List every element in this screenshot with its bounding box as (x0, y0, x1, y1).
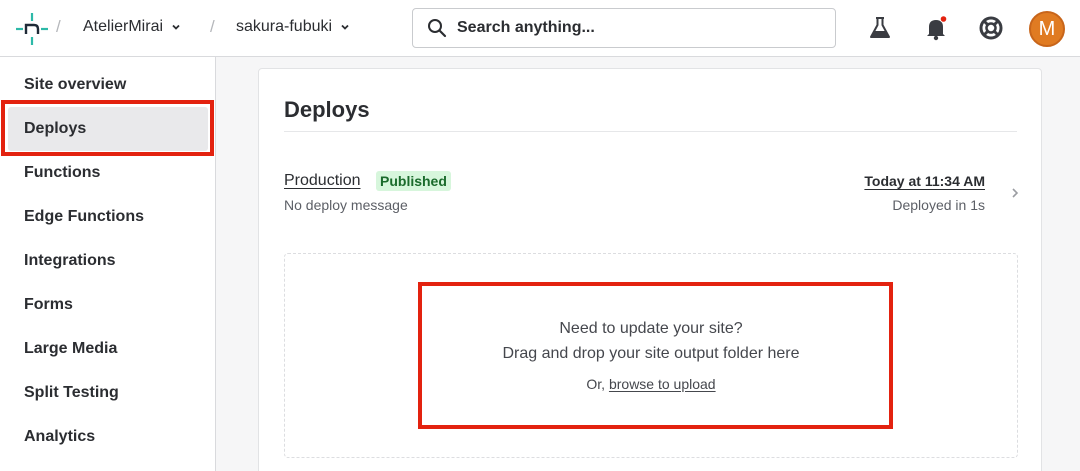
chevron-down-icon (341, 24, 349, 30)
chevron-down-icon (172, 24, 180, 30)
sidebar-item-site-overview[interactable]: Site overview (0, 63, 216, 107)
flask-icon[interactable] (867, 15, 893, 41)
sidebar-item-label: Edge Functions (24, 208, 144, 225)
sidebar-item-label: Functions (24, 164, 101, 181)
chevron-right-icon (1012, 188, 1019, 198)
search-box[interactable] (412, 8, 836, 48)
team-switcher[interactable]: AtelierMirai (83, 18, 181, 36)
sidebar-item-label: Analytics (24, 428, 96, 445)
production-deploy-row[interactable]: Production Published No deploy message T… (284, 169, 1019, 219)
deploy-message: No deploy message (284, 197, 408, 213)
dropzone-heading: Need to update your site? (559, 320, 743, 337)
sidebar-item-functions[interactable]: Functions (0, 151, 216, 195)
page-title: Deploys (284, 97, 370, 122)
site-switcher[interactable]: sakura-fubuki (236, 18, 350, 36)
team-name: AtelierMirai (83, 18, 164, 35)
sidebar: Site overview Deploys Functions Edge Fun… (0, 57, 216, 471)
dropzone-instructions: Drag and drop your site output folder he… (502, 345, 800, 362)
deploy-duration: Deployed in 1s (892, 197, 985, 213)
dropzone-alternative: Or, browse to upload (285, 376, 1017, 392)
sidebar-item-deploys[interactable]: Deploys (8, 107, 208, 151)
browse-to-upload-link[interactable]: browse to upload (609, 376, 716, 392)
divider (284, 131, 1017, 132)
sidebar-item-label: Forms (24, 296, 73, 313)
site-name: sakura-fubuki (236, 18, 333, 35)
deploys-card: Deploys Production Published No deploy m… (258, 68, 1042, 471)
avatar[interactable]: M (1029, 11, 1065, 47)
sidebar-item-large-media[interactable]: Large Media (0, 327, 216, 371)
sidebar-item-forms[interactable]: Forms (0, 283, 216, 327)
sidebar-item-split-testing[interactable]: Split Testing (0, 371, 216, 415)
top-bar: / AtelierMirai / sakura-fubuki Search an… (0, 0, 1080, 57)
search-input[interactable] (457, 19, 817, 37)
breadcrumb-separator: / (210, 17, 215, 36)
deploy-dropzone[interactable]: Need to update your site? Drag and drop … (284, 253, 1018, 458)
netlify-logo-icon[interactable] (14, 11, 50, 47)
sidebar-item-analytics[interactable]: Analytics (0, 415, 216, 459)
sidebar-item-label: Integrations (24, 252, 116, 269)
production-label: Production (284, 172, 361, 189)
sidebar-item-edge-functions[interactable]: Edge Functions (0, 195, 216, 239)
sidebar-item-label: Split Testing (24, 384, 119, 401)
avatar-initial: M (1038, 17, 1056, 40)
lifebuoy-icon[interactable] (978, 15, 1004, 41)
sidebar-item-label: Site overview (24, 76, 127, 93)
sidebar-item-integrations[interactable]: Integrations (0, 239, 216, 283)
search-icon (428, 19, 447, 38)
deploy-time: Today at 11:34 AM (864, 173, 985, 189)
sidebar-item-label: Large Media (24, 340, 118, 357)
status-badge: Published (376, 171, 451, 191)
dropzone-or-text: Or, (586, 376, 606, 392)
sidebar-item-label: Deploys (24, 120, 87, 137)
breadcrumb-separator: / (56, 17, 61, 36)
bell-icon[interactable] (923, 15, 949, 41)
